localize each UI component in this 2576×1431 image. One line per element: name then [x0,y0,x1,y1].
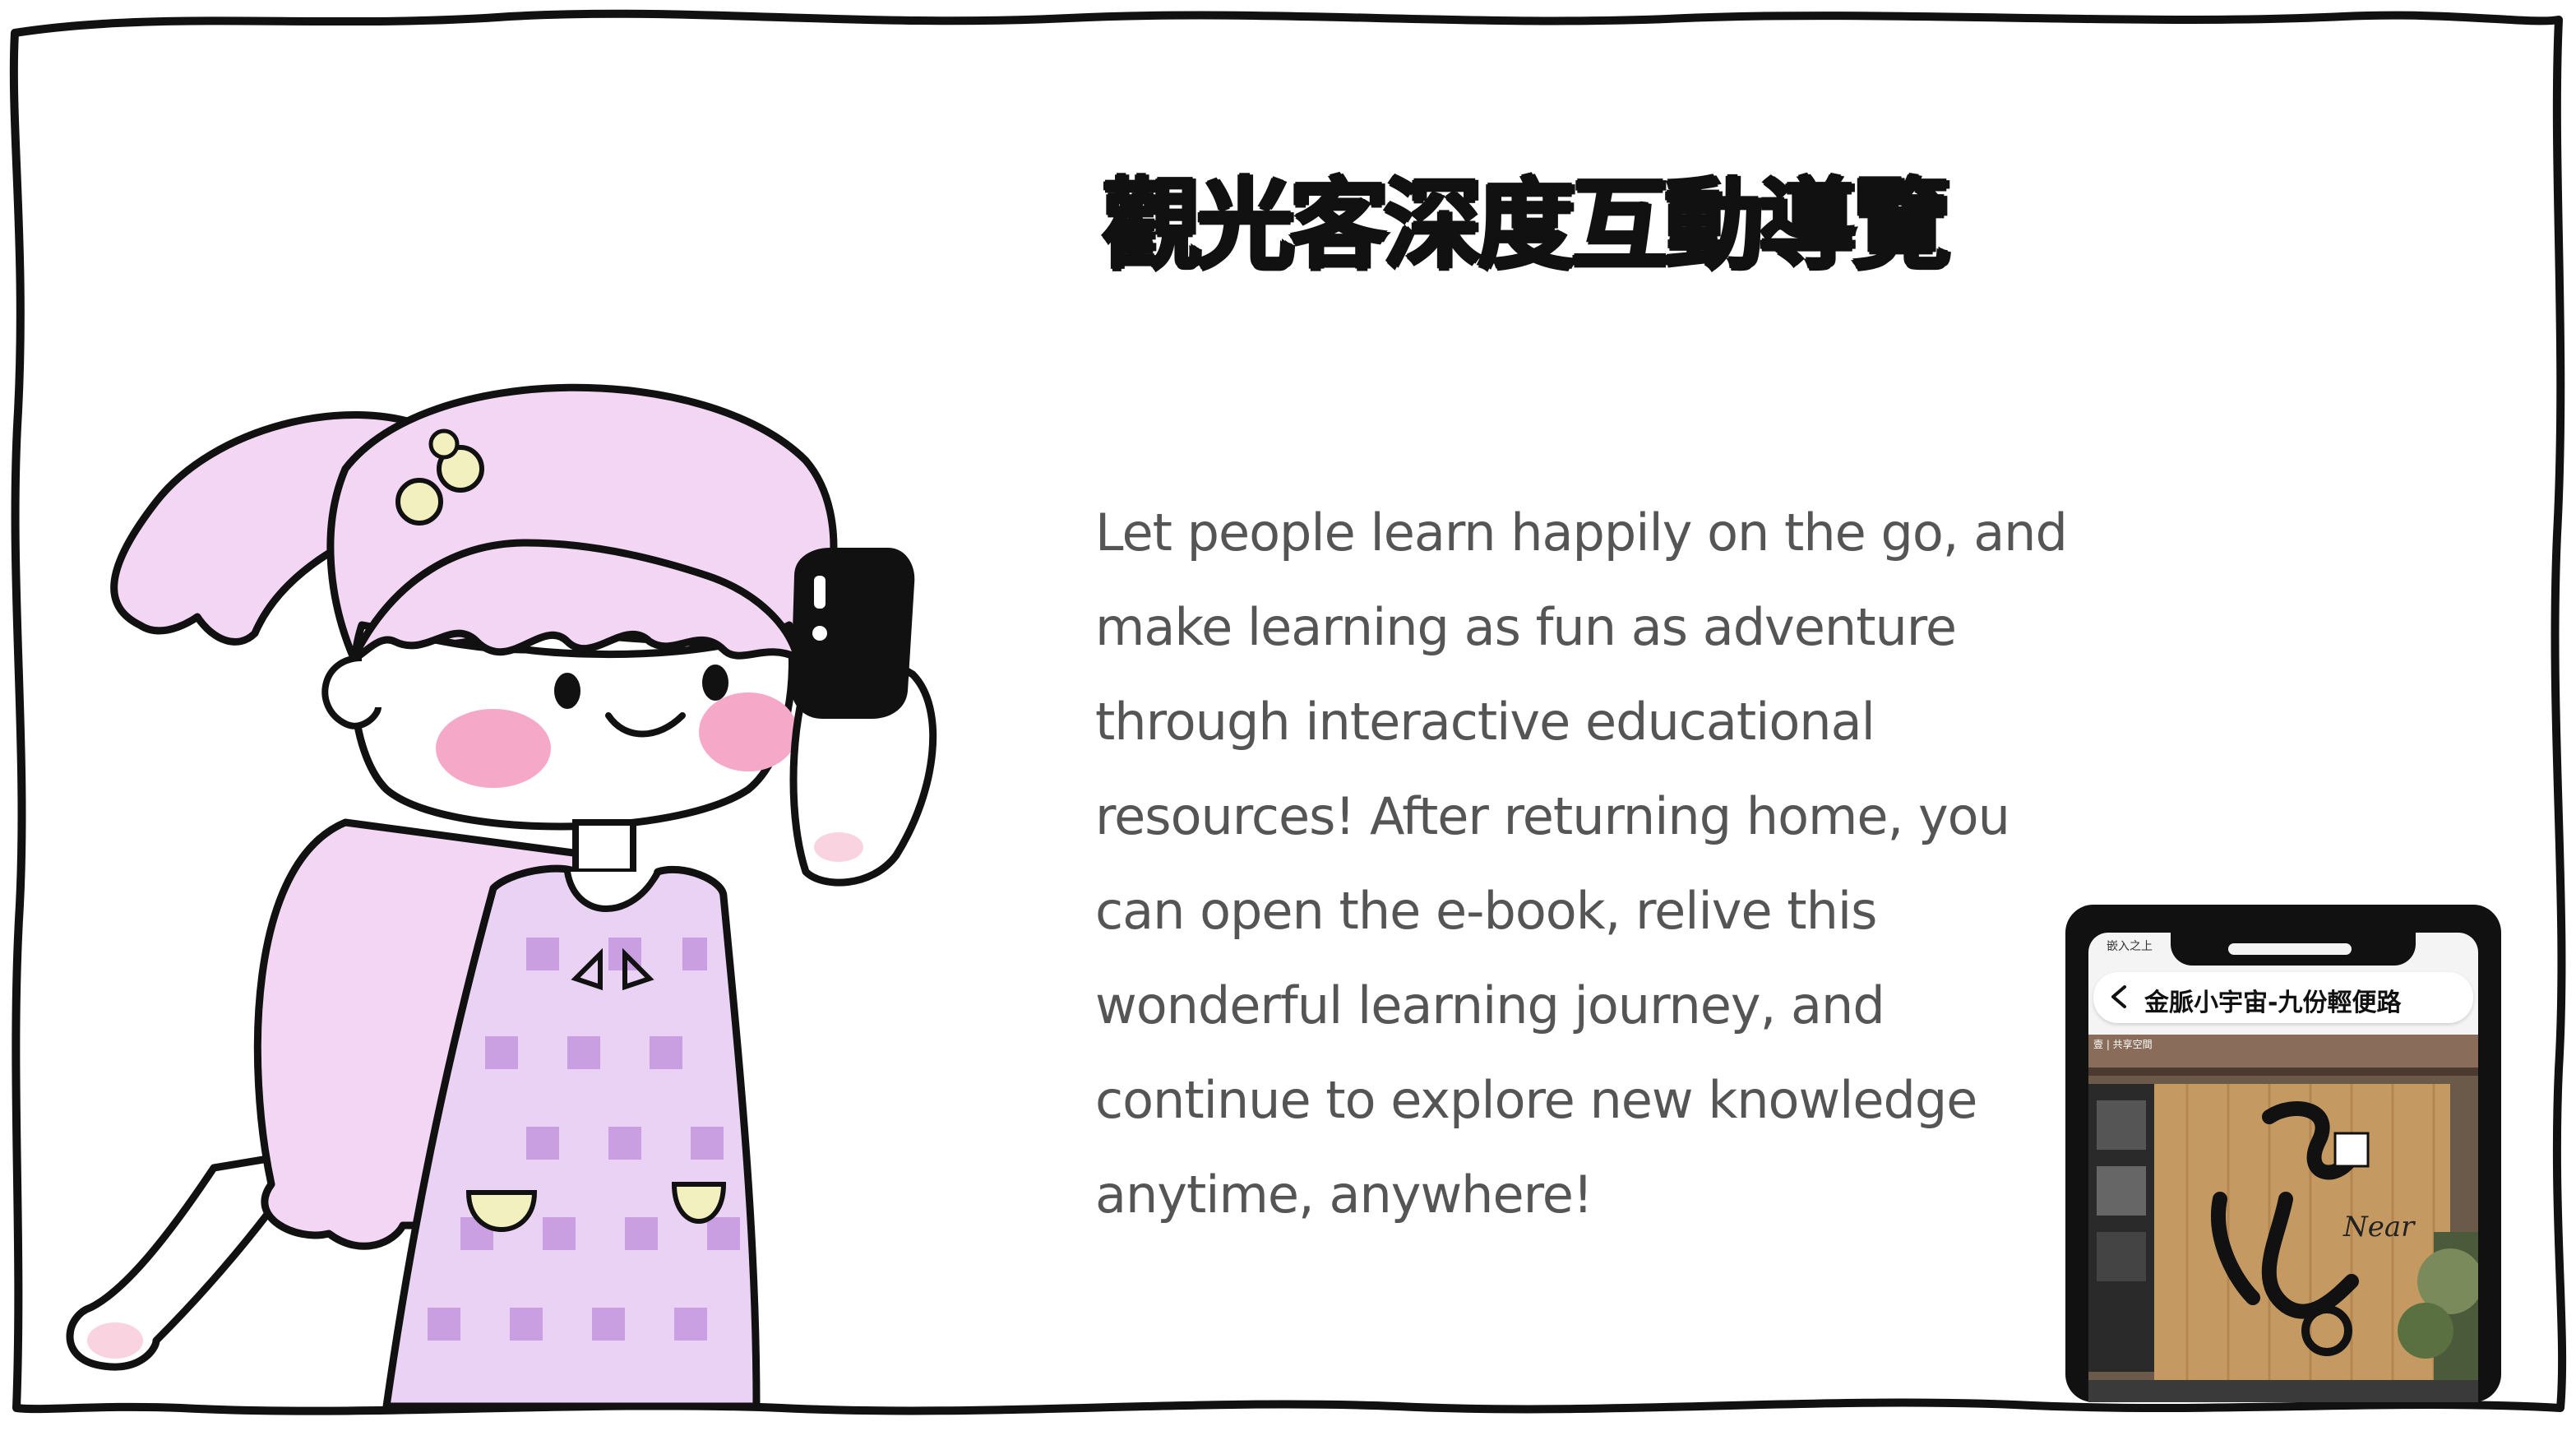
girl-selfie-illustration [66,383,937,1410]
description-line: anytime, anywhere! [1095,1165,1593,1225]
status-text: 嵌入之上 [2107,940,2153,953]
app-header-title: 金脈小宇宙-九份輕便路 [2144,989,2402,1017]
phone-mockup: 嵌入之上 金脈小宇宙-九份輕便路 Near 壹 | 共享空間 [2065,905,2501,1402]
description-line: through interactive educational [1095,692,1875,752]
chevron-left-icon[interactable] [2105,982,2134,1012]
description-line: Let people learn happily on the go, and [1095,502,2068,563]
description-line: wonderful learning journey, and [1095,975,1885,1035]
shop-photo: Near 壹 | 共享空間 [2088,1035,2478,1402]
notch-bar [2228,943,2352,955]
page-title: 觀光客深度互動導覽 [1102,169,1950,283]
shop-sign-text: Near [2342,1211,2416,1243]
app-header: 金脈小宇宙-九份輕便路 [2093,972,2473,1023]
description-line: resources! After returning home, you [1095,786,2010,846]
phone-screen: 嵌入之上 金脈小宇宙-九份輕便路 Near 壹 | 共享空間 [2088,933,2478,1402]
phone-notch [2171,933,2416,966]
description-line: continue to explore new knowledge [1095,1070,1977,1130]
description-paragraph: Let people learn happily on the go, and … [1095,485,2131,1242]
description-line: can open the e-book, relive this [1095,881,1877,941]
photo-caption: 壹 | 共享空間 [2093,1038,2153,1050]
description-line: make learning as fun as adventure [1095,597,1957,657]
